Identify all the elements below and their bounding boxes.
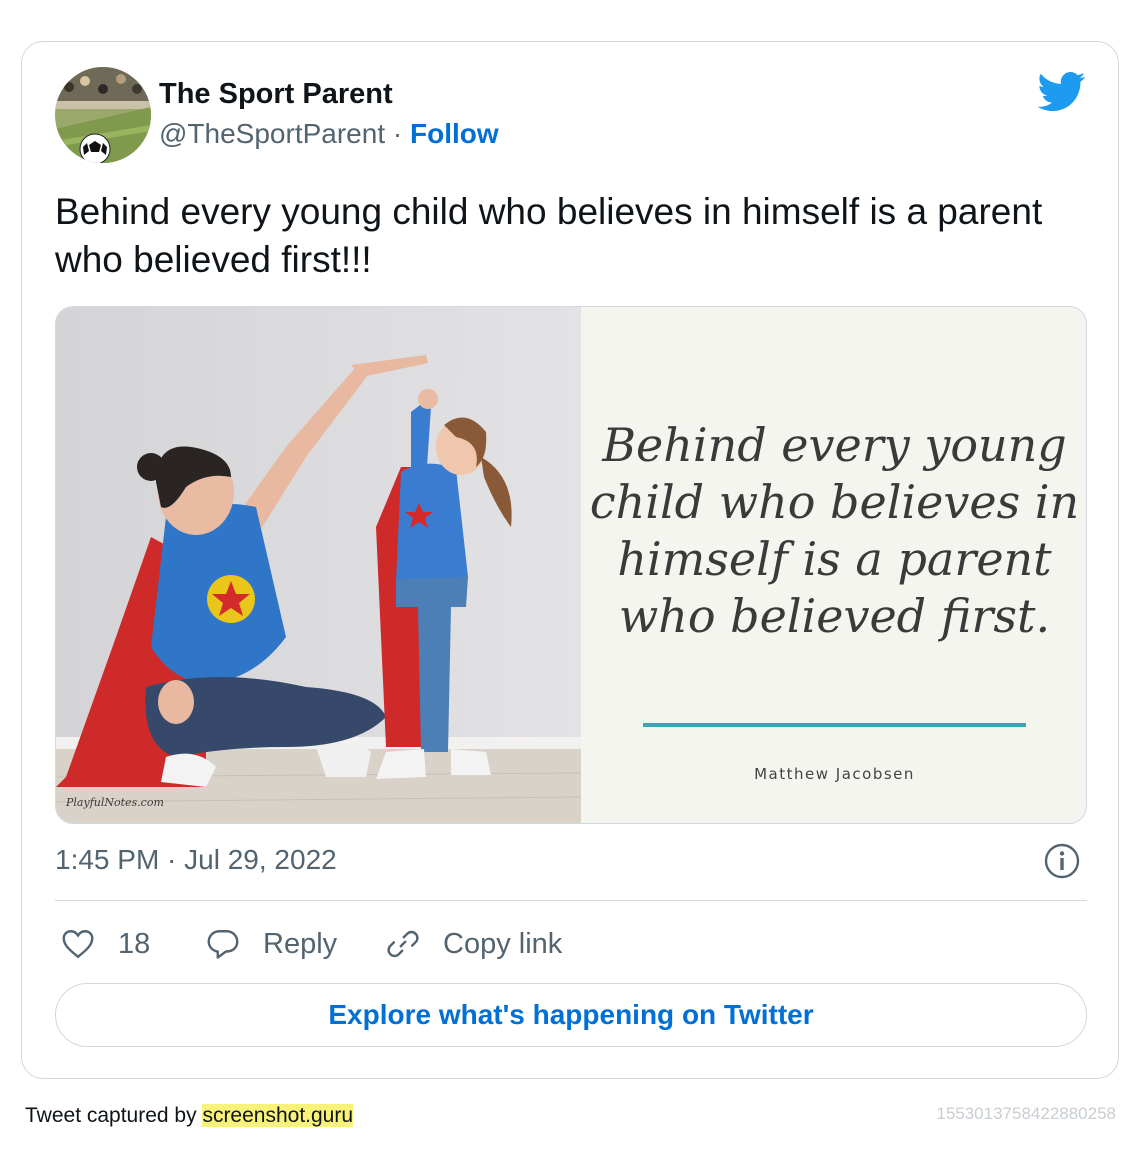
handle-separator: · [385, 118, 410, 149]
copy-link-button[interactable]: Copy link [385, 922, 562, 966]
tweet-card: The Sport Parent @TheSportParent · Follo… [21, 41, 1119, 1079]
info-icon[interactable] [1044, 843, 1080, 879]
heart-icon [62, 930, 94, 959]
author-handle-line: @TheSportParent · Follow [159, 118, 499, 150]
like-button[interactable]: 18 [60, 922, 150, 966]
tweet-media[interactable]: PlayfulNotes.com Behind every young chil… [55, 306, 1087, 824]
copy-link-label: Copy link [443, 927, 563, 960]
author-handle[interactable]: @TheSportParent [159, 118, 385, 149]
tweet-timestamp[interactable]: 1:45 PM · Jul 29, 2022 [55, 844, 337, 876]
media-watermark: PlayfulNotes.com [66, 796, 164, 809]
reply-button[interactable]: Reply [205, 922, 337, 966]
capture-credit-prefix: Tweet captured by [25, 1104, 203, 1127]
reply-label: Reply [263, 927, 338, 960]
quote-author: Matthew Jacobsen [754, 765, 915, 783]
capture-site-link[interactable]: screenshot.guru [202, 1104, 354, 1127]
author-name[interactable]: The Sport Parent [159, 78, 393, 111]
follow-link[interactable]: Follow [410, 118, 499, 149]
explore-twitter-button[interactable]: Explore what's happening on Twitter [55, 983, 1087, 1047]
tweet-text: Behind every young child who believes in… [55, 191, 1043, 280]
divider [55, 900, 1087, 901]
quote-divider [643, 723, 1026, 727]
avatar[interactable] [55, 67, 151, 163]
twitter-bird-icon[interactable] [1038, 72, 1086, 112]
speech-bubble-icon [207, 930, 239, 959]
quote-panel: Behind every young child who believes in… [581, 307, 1086, 823]
link-icon [387, 930, 419, 958]
quote-text: Behind every young child who believes in… [589, 418, 1080, 643]
media-photo: PlayfulNotes.com [56, 307, 581, 823]
like-count: 18 [118, 927, 151, 960]
tweet-actions: 18 Reply Copy link [55, 922, 1087, 966]
tweet-id: 1553013758422880258 [936, 1104, 1116, 1123]
capture-credit: Tweet captured by screenshot.guru [25, 1104, 354, 1128]
